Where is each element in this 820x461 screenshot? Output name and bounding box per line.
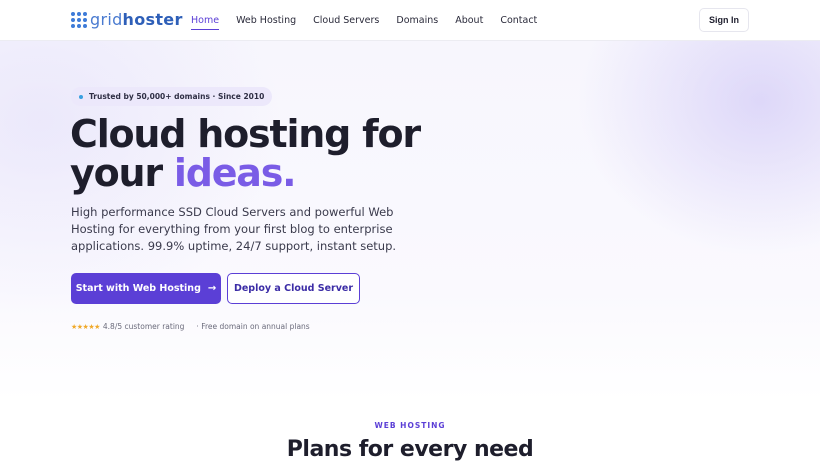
deploy-cloud-server-button[interactable]: Deploy a Cloud Server [227, 273, 360, 304]
hero-title-accent: ideas. [173, 151, 297, 195]
nav-link-home[interactable]: Home [191, 0, 220, 41]
hero-subtitle: High performance SSD Cloud Servers and p… [71, 205, 397, 253]
brand-name-light: grid [90, 10, 123, 29]
start-web-hosting-button[interactable]: Start with Web Hosting → [71, 273, 221, 304]
sign-in-button[interactable]: Sign In [699, 8, 749, 32]
hero-title-line1: Cloud hosting for [70, 112, 421, 156]
trust-badge-text: Trusted by 50,000+ domains · Since 2010 [89, 92, 265, 101]
brand-logo[interactable]: gridhoster [71, 11, 183, 29]
rating-row: ★★★★★ 4.8/5 customer rating · Free domai… [71, 322, 310, 331]
star-rating-icon: ★★★★★ [71, 322, 100, 331]
arrow-right-icon: → [207, 283, 217, 294]
nav-link-contact[interactable]: Contact [500, 0, 537, 41]
nav-link-about[interactable]: About [455, 0, 483, 41]
brand-name: gridhoster [90, 11, 183, 29]
nav-link-cloud-servers[interactable]: Cloud Servers [313, 0, 379, 41]
badge-dot-icon [79, 94, 83, 99]
top-nav: gridhoster Home Web Hosting Cloud Server… [0, 0, 820, 41]
start-web-hosting-label: Start with Web Hosting [75, 283, 201, 294]
brand-name-bold: hoster [122, 10, 183, 29]
hero-title-line2: your [70, 151, 174, 195]
grid-dots-logo-icon [71, 12, 87, 28]
rating-text: 4.8/5 customer rating [102, 322, 185, 331]
nav-links: Home Web Hosting Cloud Servers Domains A… [191, 0, 554, 41]
trust-badge: Trusted by 50,000+ domains · Since 2010 [71, 87, 273, 106]
hero-title: Cloud hosting for your ideas. [70, 115, 490, 193]
section-eyebrow: WEB HOSTING [374, 421, 446, 430]
nav-link-domains[interactable]: Domains [396, 0, 438, 41]
section-title: Plans for every need [286, 437, 534, 461]
nav-link-web-hosting[interactable]: Web Hosting [236, 0, 296, 41]
free-domain-text: · Free domain on annual plans [196, 322, 310, 331]
